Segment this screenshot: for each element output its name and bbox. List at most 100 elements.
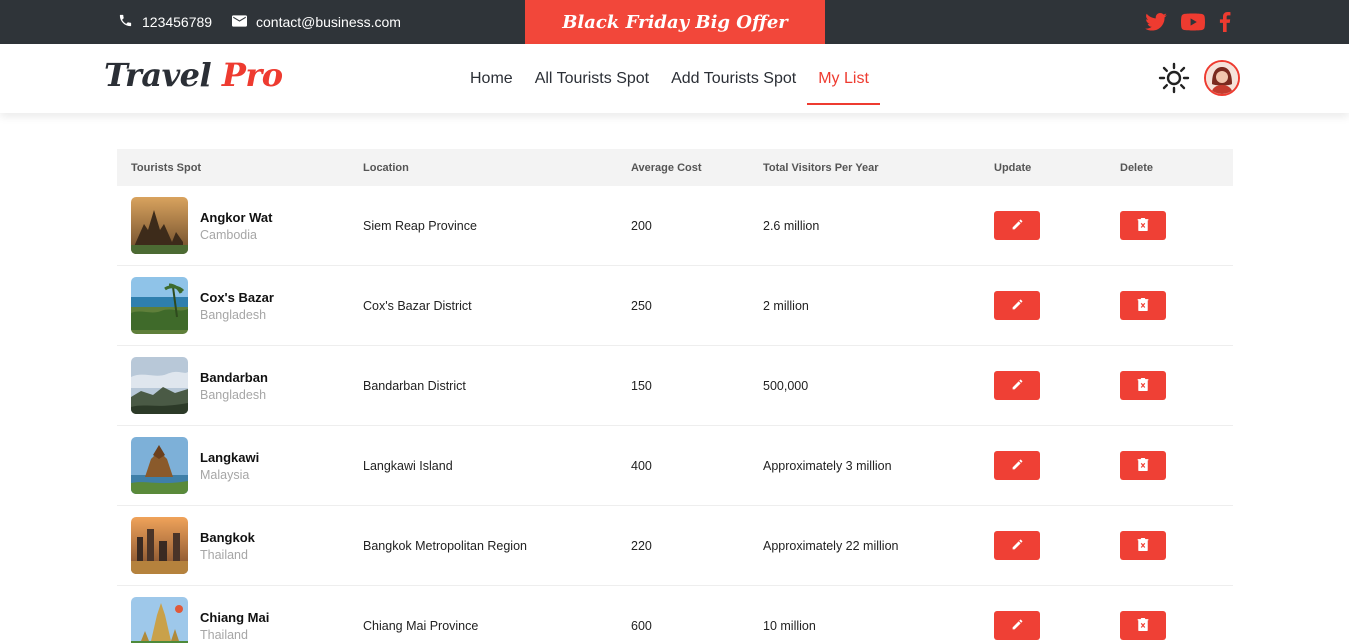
table-row: Bangkok Thailand Bangkok Metropolitan Re…: [117, 506, 1233, 586]
my-list-table: Tourists Spot Location Average Cost Tota…: [117, 149, 1233, 643]
spot-country: Thailand: [200, 547, 248, 562]
main-navbar: Travel Pro Home All Tourists Spot Add To…: [0, 44, 1349, 113]
header-delete: Delete: [1120, 161, 1154, 174]
cost-cell: 150: [631, 378, 652, 393]
spot-country: Bangladesh: [200, 387, 267, 402]
cost-cell: 220: [631, 538, 652, 553]
nav-add-tourists-spot[interactable]: Add Tourists Spot: [660, 59, 807, 99]
update-button[interactable]: [994, 211, 1040, 240]
pencil-icon: [1011, 218, 1024, 234]
trash-icon: [1137, 617, 1149, 634]
table-row: Langkawi Malaysia Langkawi Island 400 Ap…: [117, 426, 1233, 506]
spot-thumbnail: [131, 357, 188, 414]
table-row: Chiang Mai Thailand Chiang Mai Province …: [117, 586, 1233, 643]
spot-country: Cambodia: [200, 227, 257, 242]
header-location: Location: [363, 161, 409, 174]
update-button[interactable]: [994, 531, 1040, 560]
spot-thumbnail: [131, 277, 188, 334]
logo-text-pro: Pro: [221, 56, 283, 94]
spot-cell: Langkawi Malaysia: [131, 437, 259, 494]
location-cell: Bandarban District: [363, 378, 466, 393]
spot-country: Malaysia: [200, 467, 250, 482]
spot-country: Bangladesh: [200, 307, 267, 322]
spot-name: Chiang Mai: [200, 609, 270, 625]
spot-cell: Angkor Wat Cambodia: [131, 197, 272, 254]
spot-name: Angkor Wat: [200, 209, 273, 225]
header-tourists-spot: Tourists Spot: [131, 161, 202, 174]
spot-thumbnail: [131, 197, 188, 254]
spot-thumbnail: [131, 597, 188, 643]
social-links: [1145, 0, 1231, 44]
sun-icon[interactable]: [1158, 62, 1190, 94]
spot-thumbnail: [131, 437, 188, 494]
black-friday-offer-banner[interactable]: Black Friday Big Offer: [525, 0, 825, 44]
update-button[interactable]: [994, 291, 1040, 320]
spot-country: Thailand: [200, 627, 248, 642]
delete-button[interactable]: [1120, 451, 1166, 480]
update-button[interactable]: [994, 611, 1040, 640]
nav-links: Home All Tourists Spot Add Tourists Spot…: [459, 44, 880, 113]
spot-name: Bangkok: [200, 529, 255, 545]
nav-all-tourists-spot[interactable]: All Tourists Spot: [524, 59, 660, 99]
phone-icon: [118, 13, 142, 31]
visitors-cell: 10 million: [763, 618, 816, 633]
pencil-icon: [1011, 458, 1024, 474]
header-average-cost: Average Cost: [631, 161, 702, 174]
delete-button[interactable]: [1120, 291, 1166, 320]
pencil-icon: [1011, 618, 1024, 634]
location-cell: Chiang Mai Province: [363, 618, 479, 633]
youtube-icon[interactable]: [1181, 13, 1205, 31]
spot-name: Cox's Bazar: [200, 289, 274, 305]
phone-contact[interactable]: 123456789: [118, 0, 212, 44]
email-address: contact@business.com: [256, 14, 401, 30]
nav-my-list[interactable]: My List: [807, 59, 880, 105]
cost-cell: 400: [631, 458, 652, 473]
spot-name: Langkawi: [200, 449, 260, 465]
envelope-icon: [232, 14, 256, 30]
update-button[interactable]: [994, 371, 1040, 400]
location-cell: Cox's Bazar District: [363, 298, 472, 313]
table-row: Angkor Wat Cambodia Siem Reap Province 2…: [117, 186, 1233, 266]
table-row: Bandarban Bangladesh Bandarban District …: [117, 346, 1233, 426]
trash-icon: [1137, 537, 1149, 554]
facebook-icon[interactable]: [1219, 12, 1231, 32]
spot-cell: Cox's Bazar Bangladesh: [131, 277, 274, 334]
cost-cell: 200: [631, 218, 652, 233]
location-cell: Langkawi Island: [363, 458, 453, 473]
location-cell: Siem Reap Province: [363, 218, 477, 233]
delete-button[interactable]: [1120, 531, 1166, 560]
spot-cell: Chiang Mai Thailand: [131, 597, 269, 643]
table-header: Tourists Spot Location Average Cost Tota…: [117, 149, 1233, 186]
spot-name: Bandarban: [200, 369, 268, 385]
trash-icon: [1137, 217, 1149, 234]
twitter-icon[interactable]: [1145, 13, 1167, 31]
delete-button[interactable]: [1120, 371, 1166, 400]
visitors-cell: 500,000: [763, 378, 809, 393]
visitors-cell: Approximately 22 million: [763, 538, 899, 553]
location-cell: Bangkok Metropolitan Region: [363, 538, 527, 553]
nav-home[interactable]: Home: [459, 59, 524, 99]
top-bar: 123456789 contact@business.com Black Fri…: [0, 0, 1349, 44]
visitors-cell: 2.6 million: [763, 218, 820, 233]
trash-icon: [1137, 297, 1149, 314]
header-update: Update: [994, 161, 1032, 174]
pencil-icon: [1011, 378, 1024, 394]
spot-cell: Bangkok Thailand: [131, 517, 255, 574]
update-button[interactable]: [994, 451, 1040, 480]
trash-icon: [1137, 377, 1149, 394]
user-avatar[interactable]: [1204, 60, 1240, 96]
spot-thumbnail: [131, 517, 188, 574]
visitors-cell: Approximately 3 million: [763, 458, 892, 473]
email-contact[interactable]: contact@business.com: [232, 0, 401, 44]
table-row: Cox's Bazar Bangladesh Cox's Bazar Distr…: [117, 266, 1233, 346]
visitors-cell: 2 million: [763, 298, 809, 313]
pencil-icon: [1011, 298, 1024, 314]
header-total-visitors: Total Visitors Per Year: [763, 161, 879, 174]
phone-number: 123456789: [142, 14, 213, 30]
cost-cell: 600: [631, 618, 652, 633]
pencil-icon: [1011, 538, 1024, 554]
spot-cell: Bandarban Bangladesh: [131, 357, 268, 414]
site-logo[interactable]: Travel Pro: [104, 56, 283, 94]
delete-button[interactable]: [1120, 211, 1166, 240]
delete-button[interactable]: [1120, 611, 1166, 640]
